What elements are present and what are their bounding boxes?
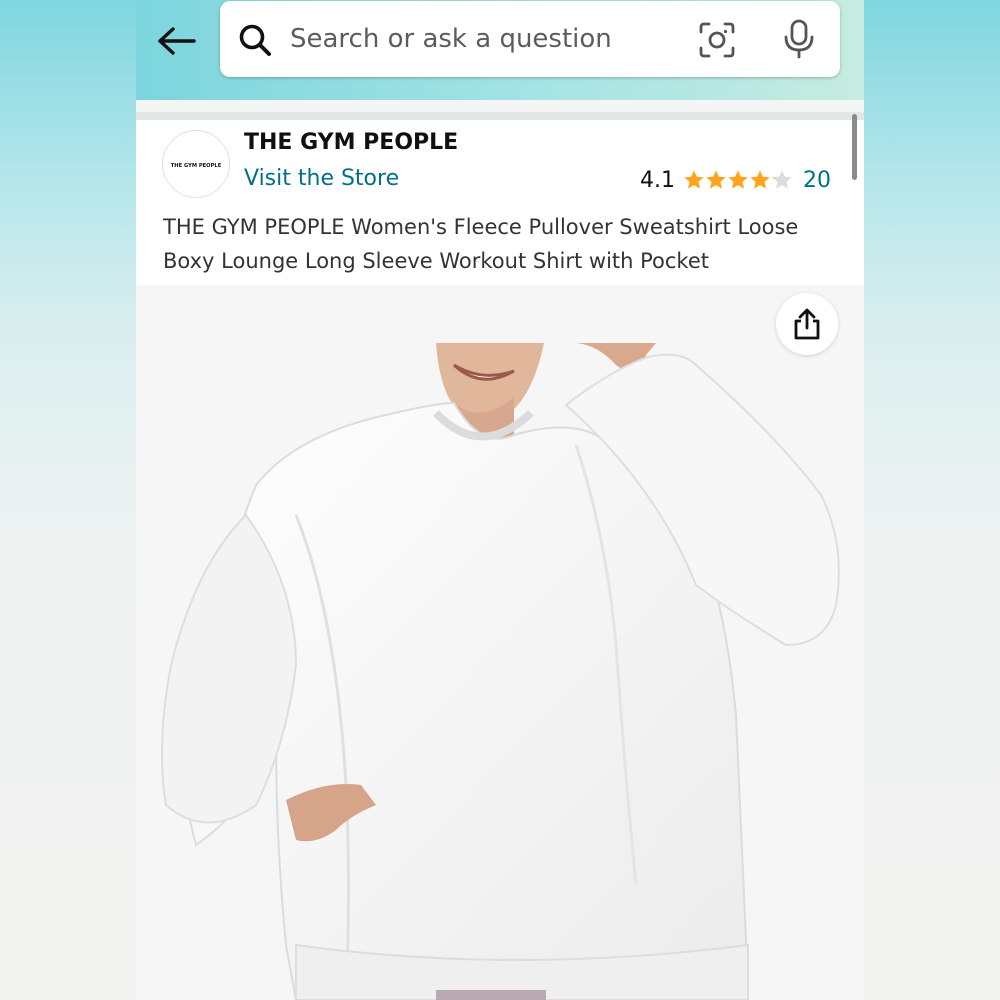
- pants-hint: [436, 990, 546, 1000]
- search-header: [136, 0, 864, 100]
- search-icon: [239, 24, 271, 56]
- rating-summary[interactable]: 4.1 20: [640, 166, 831, 194]
- arrow-left-icon: [158, 27, 196, 55]
- brand-name: THE GYM PEOPLE: [244, 130, 459, 155]
- rating-value: 4.1: [640, 167, 675, 193]
- back-button[interactable]: [152, 20, 200, 62]
- brand-logo[interactable]: THE GYM PEOPLE: [162, 130, 230, 198]
- logo-text: THE GYM PEOPLE: [171, 163, 222, 169]
- star-rating: [683, 169, 793, 191]
- share-button[interactable]: [776, 293, 838, 355]
- review-count[interactable]: 20: [803, 168, 831, 193]
- search-box[interactable]: [220, 1, 840, 77]
- product-image-area[interactable]: [136, 285, 864, 1000]
- product-image[interactable]: [136, 285, 864, 1000]
- star-icon: [772, 170, 792, 189]
- search-input[interactable]: [290, 17, 670, 61]
- scrollbar[interactable]: [852, 114, 857, 180]
- camera-icon[interactable]: [698, 21, 736, 59]
- product-title: THE GYM PEOPLE Women's Fleece Pullover S…: [163, 215, 799, 273]
- visit-store-link[interactable]: Visit the Store: [244, 166, 399, 191]
- share-icon: [794, 308, 820, 340]
- star-icon: [684, 170, 704, 189]
- product-header-panel: THE GYM PEOPLE THE GYM PEOPLE Visit the …: [136, 120, 864, 285]
- brand-logo-image: THE GYM PEOPLE: [171, 163, 222, 169]
- microphone-icon[interactable]: [782, 19, 816, 59]
- product-page: THE GYM PEOPLE THE GYM PEOPLE Visit the …: [136, 0, 864, 1000]
- star-icon: [706, 170, 726, 189]
- star-icon: [750, 170, 770, 189]
- divider: [136, 100, 864, 120]
- star-icon: [728, 170, 748, 189]
